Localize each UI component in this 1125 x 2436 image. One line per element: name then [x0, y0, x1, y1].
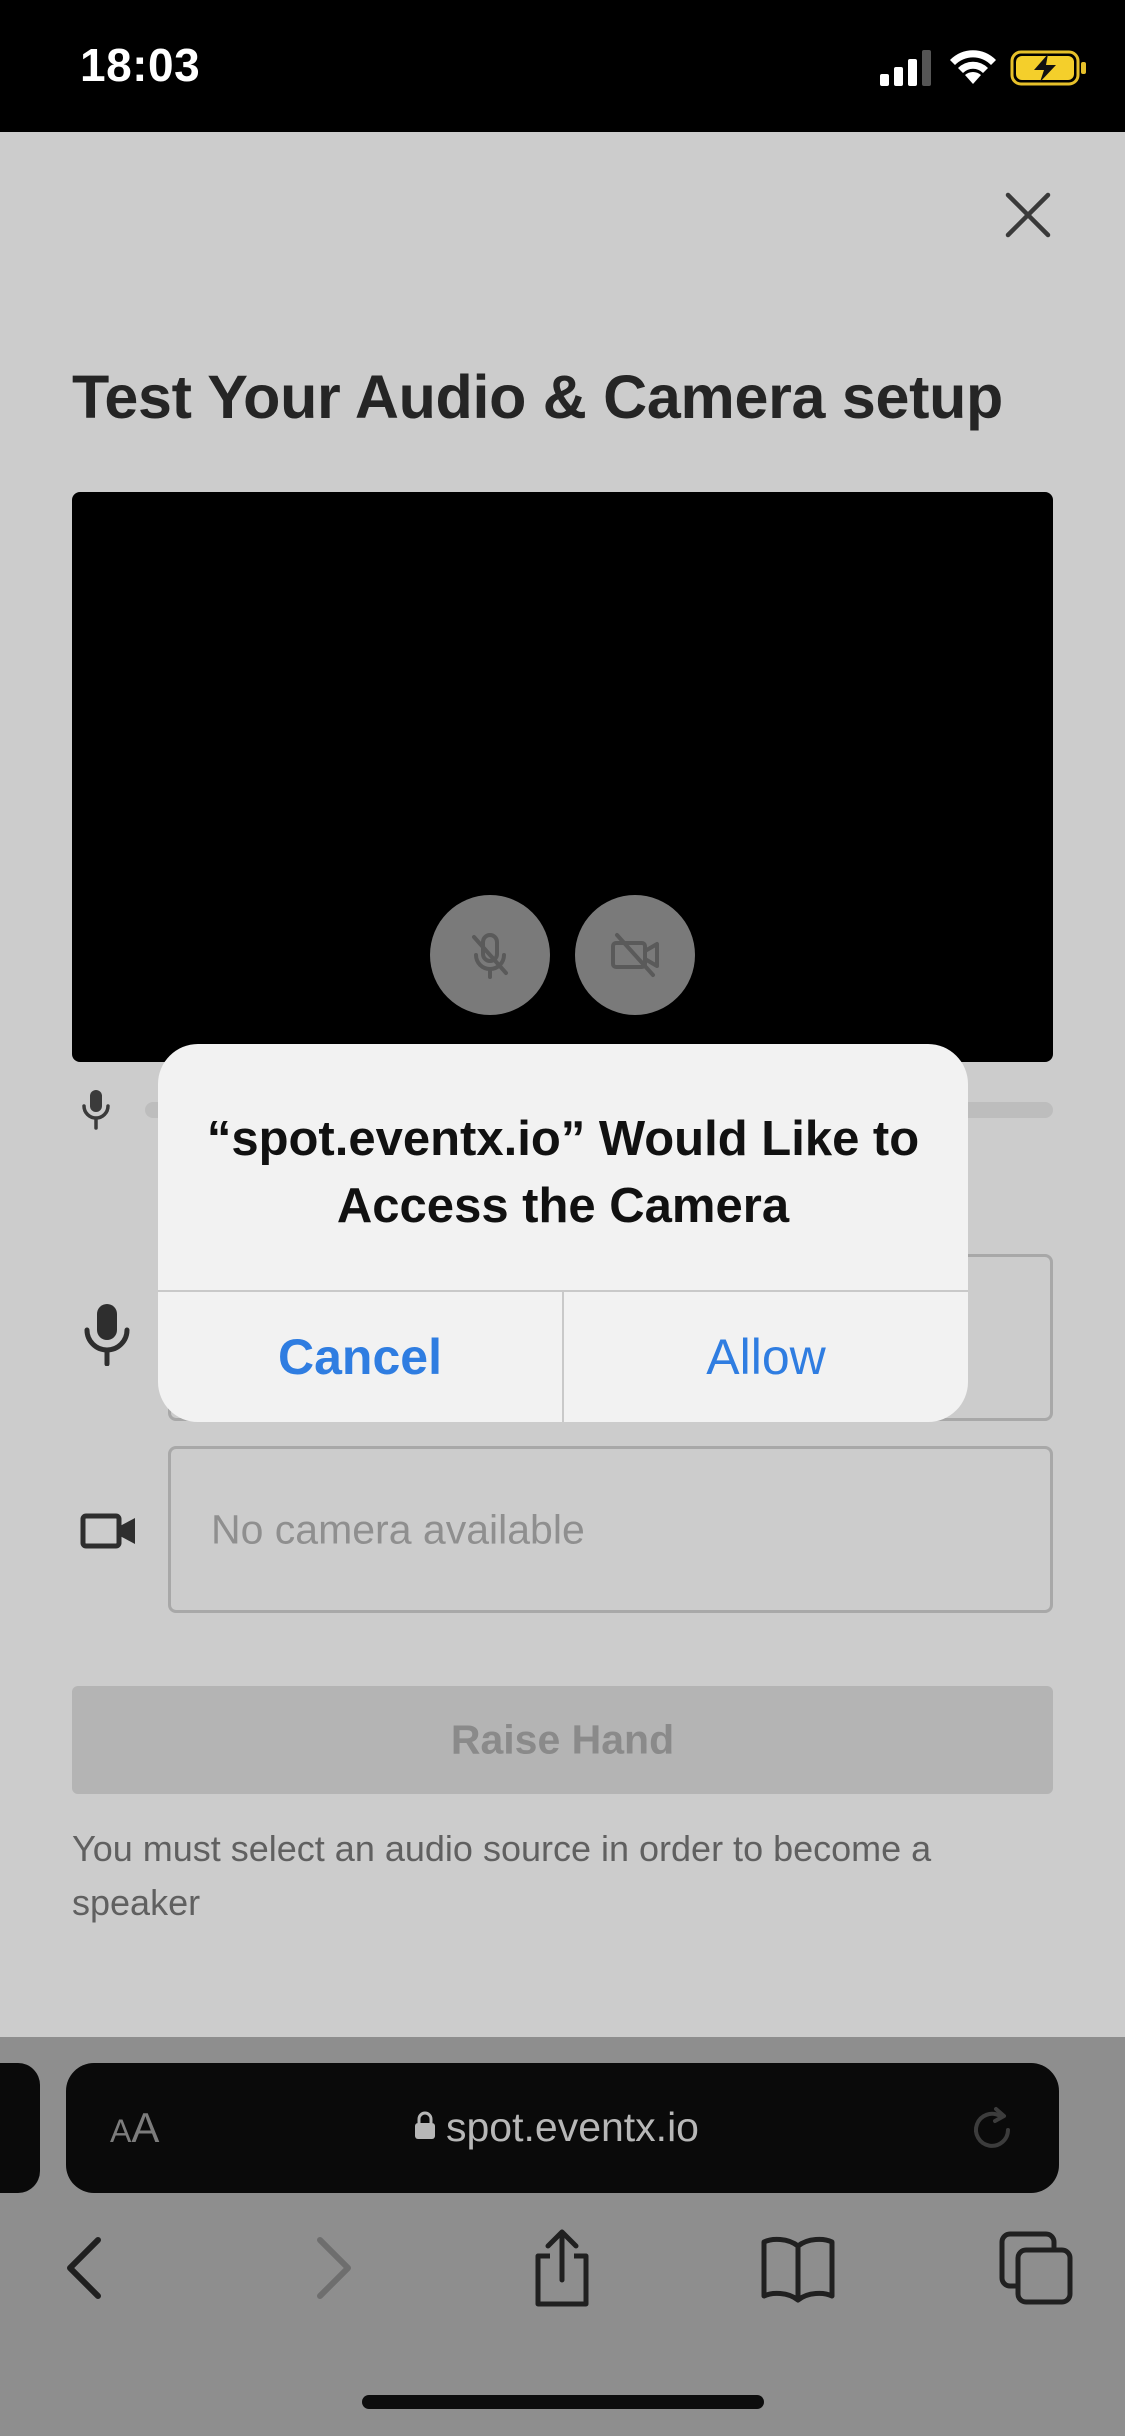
forward-icon[interactable] — [290, 2228, 370, 2308]
bookmarks-icon[interactable] — [758, 2228, 838, 2308]
camera-source-select[interactable]: No camera available — [168, 1446, 1053, 1613]
video-preview — [72, 492, 1053, 1062]
close-icon[interactable] — [1003, 190, 1053, 240]
mute-microphone-button[interactable] — [430, 895, 550, 1015]
tabs-icon[interactable] — [996, 2228, 1076, 2308]
aa-small-label: A — [110, 2113, 132, 2149]
aa-large-label: A — [131, 2104, 160, 2151]
home-indicator — [362, 2395, 764, 2409]
share-icon[interactable] — [522, 2228, 602, 2308]
reload-icon[interactable] — [966, 2104, 1018, 2156]
cellular-signal-icon — [880, 50, 931, 86]
camera-permission-dialog: “spot.eventx.io” Would Like to Access th… — [158, 1044, 968, 1422]
camera-off-icon — [611, 933, 659, 977]
page-settings-button[interactable]: AA — [110, 2104, 159, 2152]
status-time: 18:03 — [80, 39, 201, 91]
battery-charging-icon — [1010, 50, 1086, 86]
url-text: spot.eventx.io — [446, 2104, 699, 2150]
wifi-icon — [950, 50, 996, 84]
microphone-level-icon — [82, 1090, 110, 1130]
back-icon[interactable] — [48, 2228, 128, 2308]
toggle-camera-button[interactable] — [575, 895, 695, 1015]
camera-icon — [80, 1513, 135, 1549]
previous-tab-preview[interactable] — [0, 2063, 40, 2193]
status-bar: 18:03 — [0, 0, 1125, 132]
raise-hand-label: Raise Hand — [450, 1716, 675, 1763]
raise-hand-button[interactable]: Raise Hand — [72, 1686, 1053, 1794]
allow-button[interactable]: Allow — [564, 1292, 968, 1422]
camera-source-value: No camera available — [211, 1506, 585, 1552]
url-display[interactable]: spot.eventx.io — [414, 2104, 699, 2151]
page-title: Test Your Audio & Camera setup — [72, 363, 1004, 431]
speaker-hint-text: You must select an audio source in order… — [72, 1828, 932, 1923]
cancel-button[interactable]: Cancel — [158, 1292, 562, 1422]
dialog-title: “spot.eventx.io” Would Like to Access th… — [206, 1112, 920, 1233]
microphone-off-icon — [472, 933, 508, 979]
microphone-icon — [84, 1304, 130, 1366]
